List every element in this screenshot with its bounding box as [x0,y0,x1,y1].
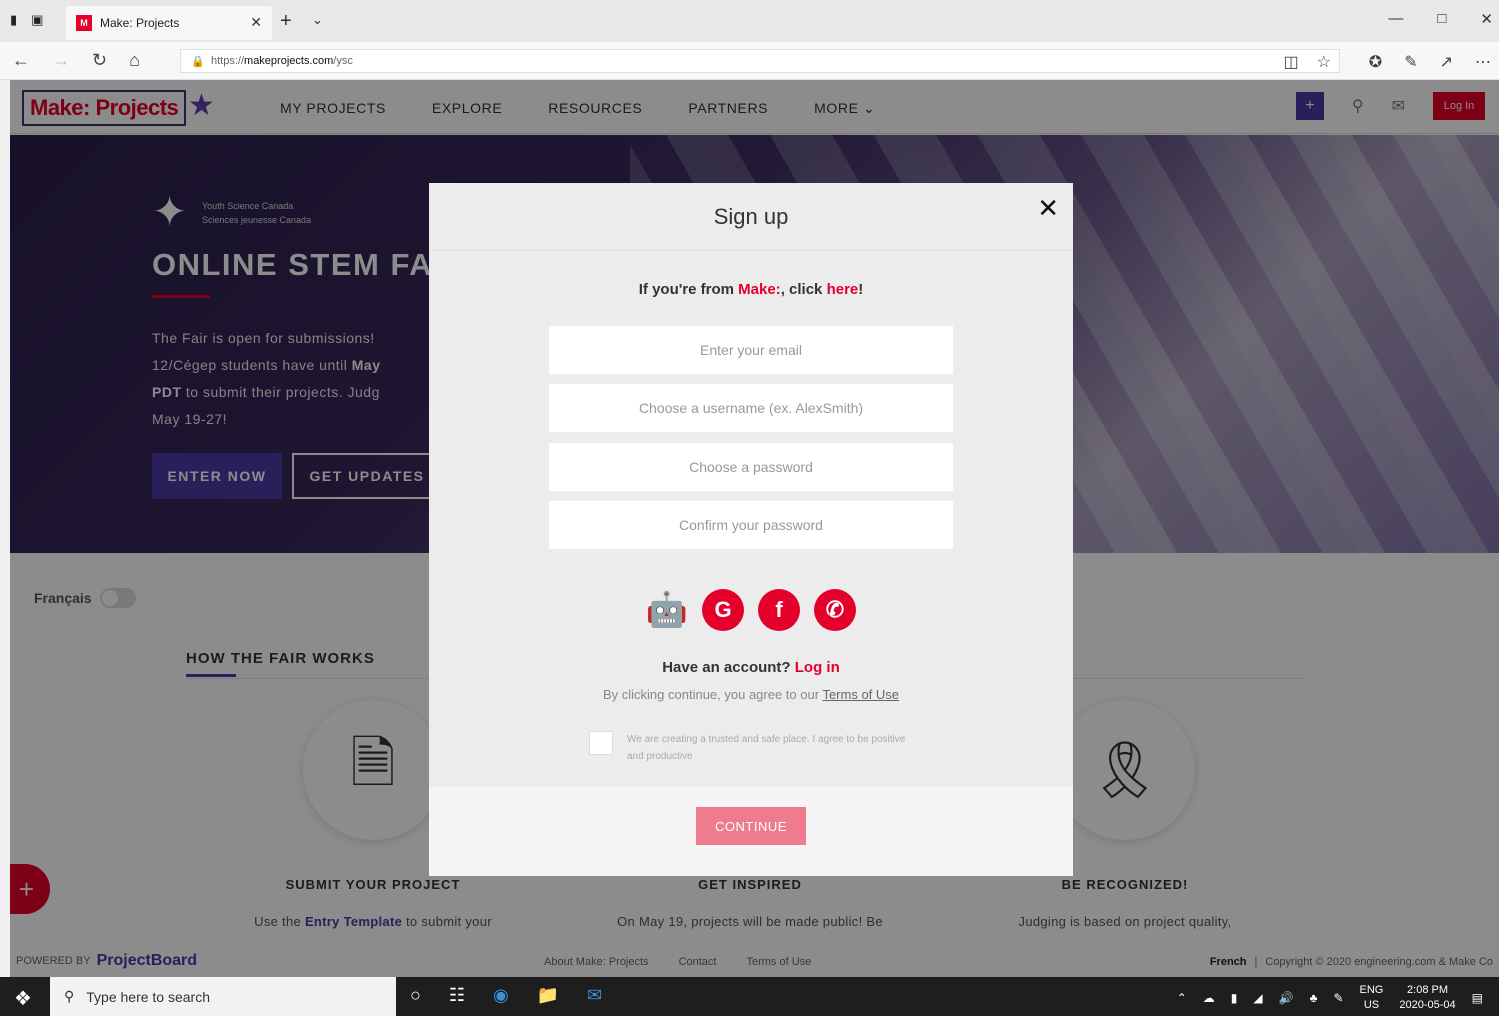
modal-footer: CONTINUE [429,787,1073,876]
url-path: /ysc [333,55,353,67]
network-icon[interactable]: ◢ [1253,991,1262,1005]
email-field[interactable] [549,326,953,374]
browser-nav: ← → ↻ ⌂ [12,50,140,71]
modal-title: Sign up [429,183,1073,251]
pledge-checkbox[interactable] [589,731,613,755]
cloud-icon[interactable]: ☁ [1203,991,1215,1005]
taskbar-search-placeholder: Type here to search [86,988,211,1005]
terms-link[interactable]: Terms of Use [822,687,899,702]
favorites-icon[interactable]: ✪ [1369,52,1382,72]
url-prefix: https:// [211,55,245,67]
make-robot-login-icon[interactable]: 🤖 [646,589,688,631]
have-account-text: Have an account? Log in [429,659,1073,676]
tab-title: Make: Projects [100,16,180,30]
search-icon: ⚲ [64,988,75,1004]
refresh-icon[interactable]: ↻ [92,50,107,71]
file-explorer-icon[interactable]: 📁 [537,985,559,1006]
pledge-text: We are creating a trusted and safe place… [627,734,906,762]
agree-prefix: By clicking continue, you agree to our [602,687,823,702]
maximize-icon[interactable]: □ [1437,10,1446,28]
facebook-login-icon[interactable]: f [758,589,800,631]
volume-icon[interactable]: 🔊 [1279,991,1294,1005]
reading-view-icon[interactable]: ◫ [1284,52,1299,72]
from-prefix: If you're from [638,281,739,298]
back-icon[interactable]: ← [12,50,30,71]
make-here-link[interactable]: here [827,281,859,298]
favorite-star-icon[interactable]: ☆ [1317,52,1331,72]
continue-button[interactable]: CONTINUE [696,807,806,845]
browser-addressbar: ← → ↻ ⌂ 🔒 https://makeprojects.com/ysc ◫… [0,42,1499,80]
close-window-icon[interactable]: ✕ [1480,10,1493,28]
close-icon[interactable]: ✕ [1037,193,1059,224]
make-favicon-icon: M [76,15,92,31]
cortana-icon[interactable]: ○ [410,985,421,1006]
url-domain: makeprojects.com [244,55,334,67]
terms-agreement: By clicking continue, you agree to our T… [429,687,1073,702]
share-icon[interactable]: ↗ [1440,52,1453,72]
url-field[interactable]: 🔒 https://makeprojects.com/ysc [180,49,1340,73]
signup-modal: Sign up ✕ If you're from Make:, click he… [429,183,1073,876]
window-utility-buttons: ▮ ▣ [10,12,43,28]
make-member-prompt: If you're from Make:, click here! [429,281,1073,298]
window-controls: — □ ✕ [1388,10,1493,28]
task-view-icon[interactable]: ☷ [449,985,465,1006]
clock-time: 2:08 PM [1407,984,1448,996]
google-login-icon[interactable]: G [702,589,744,631]
pen-tray-icon[interactable]: ✎ [1333,991,1343,1005]
login-link[interactable]: Log in [795,659,840,676]
app-tray-icon[interactable]: ♣ [1310,991,1318,1005]
minimize-icon[interactable]: — [1388,10,1403,28]
outlook-icon[interactable]: ✉ [587,985,602,1006]
lang-top: ENG [1359,984,1384,996]
lock-icon: 🔒 [191,56,205,68]
taskbar-apps: ○ ☷ ◉ 📁 ✉ [410,985,602,1006]
edge-browser-icon[interactable]: ◉ [493,985,509,1006]
windows-taskbar: ❖ ⚲ Type here to search ○ ☷ ◉ 📁 ✉ ⌃ ☁ ▮ … [0,977,1499,1016]
tab-close-icon[interactable]: ✕ [250,14,262,31]
pen-icon[interactable]: ✎ [1404,52,1417,72]
chevron-down-icon[interactable]: ⌄ [312,12,323,28]
more-icon[interactable]: ⋯ [1475,52,1491,72]
show-hidden-icons-icon[interactable]: ⌃ [1177,991,1187,1005]
system-tray: ⌃ ☁ ▮ ◢ 🔊 ♣ ✎ ENG US 2:08 PM 2020-05-04 … [1177,983,1483,1013]
browser-tab[interactable]: M Make: Projects ✕ [66,6,272,40]
confirm-password-field[interactable] [549,501,953,549]
browser-toolbar-icons: ✪ ✎ ↗ ⋯ [1369,52,1491,72]
pledge-row: We are creating a trusted and safe place… [589,731,917,765]
lang-bottom: US [1363,999,1380,1011]
from-end: ! [858,281,864,298]
clock[interactable]: 2:08 PM 2020-05-04 [1399,983,1455,1013]
language-indicator[interactable]: ENG US [1360,983,1384,1013]
password-field[interactable] [549,443,953,491]
phone-login-icon[interactable]: ✆ [814,589,856,631]
battery-icon[interactable]: ▮ [1231,991,1238,1005]
username-field[interactable] [549,384,953,432]
social-login-buttons: 🤖 G f ✆ [429,589,1073,631]
browser-tabbar: ▮ ▣ M Make: Projects ✕ + ⌄ — □ ✕ [0,0,1499,42]
make-brand-text: Make: [738,281,781,298]
have-account-label: Have an account? [662,659,795,676]
tab-preview-icon[interactable]: ▮ [10,12,17,28]
windows-start-icon[interactable]: ❖ [14,986,32,1011]
screen: ▮ ▣ M Make: Projects ✕ + ⌄ — □ ✕ ← → ↻ ⌂… [0,0,1499,1016]
new-tab-icon[interactable]: + [280,10,292,33]
clock-date: 2020-05-04 [1399,999,1456,1011]
from-mid: , click [780,281,827,298]
notifications-icon[interactable]: ▤ [1472,991,1483,1005]
taskbar-search[interactable]: ⚲ Type here to search [50,977,396,1016]
home-icon[interactable]: ⌂ [129,50,140,71]
set-aside-tabs-icon[interactable]: ▣ [31,12,43,28]
url-icons: ◫ ☆ [1284,52,1331,72]
forward-icon[interactable]: → [52,50,70,71]
website: Make: Projects ★ MY PROJECTS EXPLORE RES… [10,80,1499,977]
